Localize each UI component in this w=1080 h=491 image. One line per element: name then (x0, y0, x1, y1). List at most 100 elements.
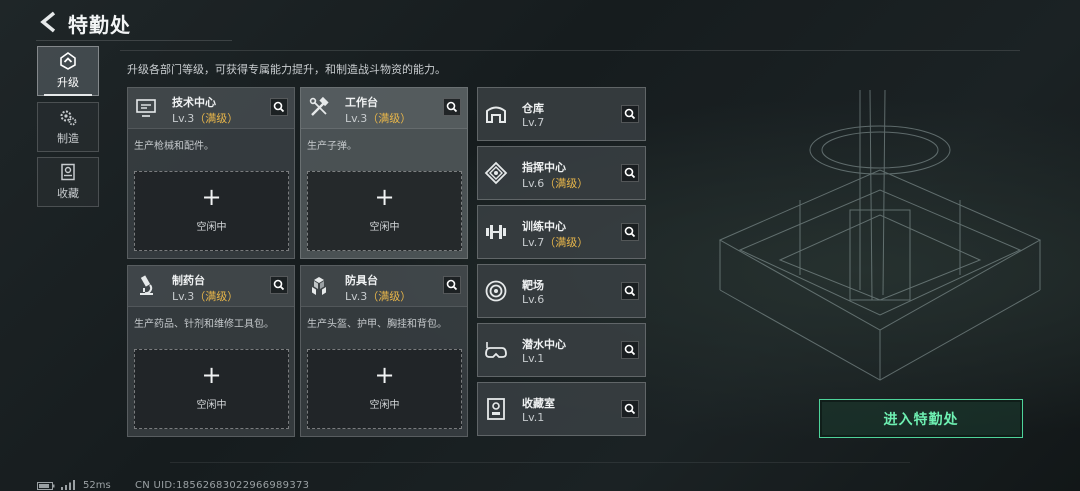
max-level-badge: （满级） (367, 112, 412, 125)
command-icon (484, 161, 508, 185)
facility-level: Lv.3（满级） (345, 290, 412, 303)
facility-description: 生产药品、针剂和维修工具包。 (134, 319, 274, 330)
facility-card-tech-center[interactable]: 技术中心 Lv.3（满级） 生产枪械和配件。 + 空闲中 (127, 87, 295, 259)
magnifier-icon (624, 108, 636, 120)
max-level-badge: （满级） (194, 290, 239, 303)
magnifier-icon (446, 279, 458, 291)
magnifier-icon (624, 285, 636, 297)
facility-level: Lv.6 (522, 293, 545, 306)
production-slot[interactable]: + 空闲中 (134, 171, 289, 251)
inspect-button[interactable] (621, 341, 639, 359)
magnifier-icon (273, 279, 285, 291)
plus-icon: + (201, 183, 222, 211)
battery-icon (37, 482, 55, 490)
user-uid: CN UID:18562683022966989373 (135, 480, 310, 491)
facility-card-armor-bench[interactable]: 防具台 Lv.3（满级） 生产头盔、护甲、胸挂和背包。 + 空闲中 (300, 265, 468, 437)
facility-card-pharmacy[interactable]: 制药台 Lv.3（满级） 生产药品、针剂和维修工具包。 + 空闲中 (127, 265, 295, 437)
slot-status: 空闲中 (196, 222, 227, 233)
facility-level: Lv.3（满级） (172, 112, 239, 125)
inspect-button[interactable] (443, 276, 461, 294)
facility-level: Lv.7（满级） (522, 236, 589, 249)
inspect-button[interactable] (270, 98, 288, 116)
inspect-button[interactable] (443, 98, 461, 116)
facility-description: 生产枪械和配件。 (134, 141, 214, 152)
slot-status: 空闲中 (369, 222, 400, 233)
facility-level: Lv.3（满级） (172, 290, 239, 303)
tools-icon (309, 96, 329, 116)
page-description: 升级各部门等级，可获得专属能力提升，和制造战斗物资的能力。 (127, 63, 446, 76)
footer-divider (170, 462, 910, 471)
facility-name: 靶场 (522, 279, 544, 292)
inspect-button[interactable] (621, 223, 639, 241)
inspect-button[interactable] (621, 282, 639, 300)
facility-name: 仓库 (522, 102, 544, 115)
network-latency: 52ms (83, 480, 111, 491)
plus-icon: + (374, 183, 395, 211)
facility-card-workbench[interactable]: 工作台 Lv.3（满级） 生产子弹。 + 空闲中 (300, 87, 468, 259)
facility-name: 工作台 (345, 96, 378, 109)
production-slot[interactable]: + 空闲中 (307, 349, 462, 429)
inspect-button[interactable] (270, 276, 288, 294)
max-level-badge: （满级） (544, 236, 589, 249)
inspect-button[interactable] (621, 164, 639, 182)
back-arrow-icon[interactable] (36, 10, 60, 34)
card-header: 防具台 Lv.3（满级） (301, 266, 467, 307)
card-header: 技术中心 Lv.3（满级） (128, 88, 294, 129)
facility-level: Lv.1 (522, 411, 545, 424)
magnifier-icon (624, 344, 636, 356)
facility-description: 生产子弹。 (307, 141, 357, 152)
facility-name: 技术中心 (172, 96, 216, 109)
facility-card-collection-room[interactable]: 收藏室 Lv.1 (477, 382, 646, 436)
facility-name: 防具台 (345, 274, 378, 287)
facility-card-command-center[interactable]: 指挥中心 Lv.6（满级） (477, 146, 646, 200)
plus-icon: + (201, 361, 222, 389)
inspect-button[interactable] (621, 105, 639, 123)
magnifier-icon (624, 403, 636, 415)
nav-tab-craft[interactable]: 制造 (37, 102, 99, 152)
magnifier-icon (624, 167, 636, 179)
nav-tab-upgrade[interactable]: 升级 (37, 46, 99, 96)
facility-name: 训练中心 (522, 220, 566, 233)
signal-icon (61, 480, 75, 490)
enter-special-ops-button[interactable]: 进入特勤处 (819, 399, 1023, 438)
max-level-badge: （满级） (544, 177, 589, 190)
header-divider (120, 50, 1020, 51)
magnifier-icon (273, 101, 285, 113)
inspect-button[interactable] (621, 400, 639, 418)
facility-name: 收藏室 (522, 397, 555, 410)
computer-icon (136, 99, 156, 117)
facility-description: 生产头盔、护甲、胸挂和背包。 (307, 319, 447, 330)
hq-building-illustration (718, 90, 1042, 381)
card-header: 制药台 Lv.3（满级） (128, 266, 294, 307)
production-slot[interactable]: + 空闲中 (134, 349, 289, 429)
gears-icon (60, 110, 77, 126)
facility-name: 潜水中心 (522, 338, 566, 351)
facility-card-training-center[interactable]: 训练中心 Lv.7（满级） (477, 205, 646, 259)
facility-card-warehouse[interactable]: 仓库 Lv.7 (477, 87, 646, 141)
display-case-icon (487, 398, 505, 420)
production-slot[interactable]: + 空闲中 (307, 171, 462, 251)
facility-level: Lv.3（满级） (345, 112, 412, 125)
diving-mask-icon (485, 342, 507, 358)
max-level-badge: （满级） (367, 290, 412, 303)
magnifier-icon (624, 226, 636, 238)
facility-card-shooting-range[interactable]: 靶场 Lv.6 (477, 264, 646, 318)
magnifier-icon (446, 101, 458, 113)
nav-tab-label: 升级 (57, 76, 79, 89)
microscope-icon (140, 275, 153, 295)
dumbbell-icon (486, 225, 506, 239)
facility-level: Lv.1 (522, 352, 545, 365)
facility-card-diving-center[interactable]: 潜水中心 Lv.1 (477, 323, 646, 377)
target-icon (485, 280, 507, 302)
warehouse-icon (486, 106, 506, 123)
facility-name: 制药台 (172, 274, 205, 287)
facility-level: Lv.7 (522, 116, 545, 129)
max-level-badge: （满级） (194, 112, 239, 125)
page-title: 特勤处 (68, 13, 131, 37)
collection-icon (61, 163, 75, 181)
nav-tab-collection[interactable]: 收藏 (37, 157, 99, 207)
facility-name: 指挥中心 (522, 161, 566, 174)
plus-icon: + (374, 361, 395, 389)
slot-status: 空闲中 (196, 400, 227, 411)
nav-tab-label: 收藏 (57, 187, 79, 200)
